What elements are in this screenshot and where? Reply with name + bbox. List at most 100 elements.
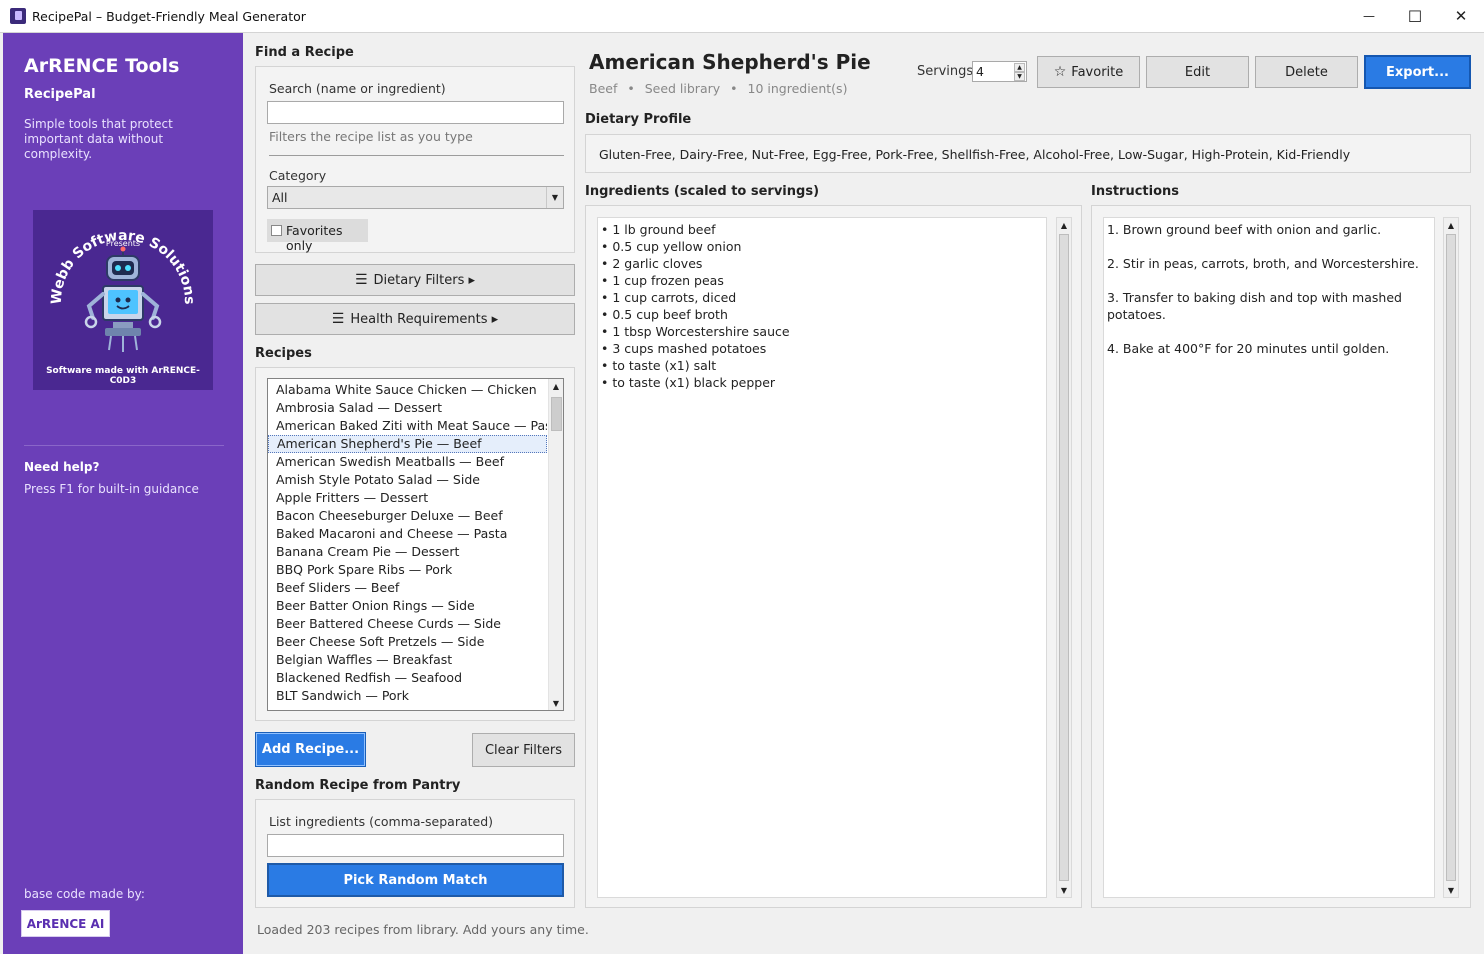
recipe-list-item[interactable]: BLT Sandwich — Pork	[268, 687, 547, 705]
recipe-list-item[interactable]: American Baked Ziti with Meat Sauce — Pa…	[268, 417, 547, 435]
instructions-text[interactable]: 1. Brown ground beef with onion and garl…	[1103, 217, 1435, 898]
instruction-line: 3. Transfer to baking dish and top with …	[1107, 290, 1402, 305]
ingredient-line: • 0.5 cup yellow onion	[601, 239, 742, 254]
scroll-down-icon[interactable]: ▼	[549, 696, 563, 710]
recipe-list[interactable]: Alabama White Sauce Chicken — Chicken Amb…	[267, 378, 564, 711]
pantry-input[interactable]	[267, 834, 564, 857]
arrence-ai-button[interactable]: ArRENCE AI	[21, 910, 110, 937]
checkbox-icon	[271, 225, 282, 236]
recipes-title: Recipes	[255, 346, 312, 361]
export-button[interactable]: Export...	[1364, 55, 1471, 89]
add-recipe-button[interactable]: Add Recipe...	[255, 732, 366, 767]
scroll-thumb[interactable]	[551, 397, 562, 431]
servings-spinbox[interactable]: 4 ▲ ▼	[972, 61, 1027, 82]
random-recipe-group: List ingredients (comma-separated) Pick …	[255, 799, 575, 908]
app-icon	[10, 8, 26, 24]
sidebar: ArRENCE Tools RecipePal Simple tools tha…	[3, 33, 243, 954]
recipe-list-item[interactable]: Beef Sliders — Beef	[268, 579, 547, 597]
base-code-label: base code made by:	[24, 887, 145, 901]
window-title: RecipePal – Budget-Friendly Meal Generat…	[32, 9, 306, 24]
health-requirements-button[interactable]: ☰ Health Requirements ▸	[255, 303, 575, 335]
scroll-down-icon[interactable]: ▼	[1444, 883, 1458, 897]
minimize-icon: —	[1363, 9, 1375, 23]
sidebar-divider	[24, 445, 224, 446]
recipe-list-item[interactable]: Apple Fritters — Dessert	[268, 489, 547, 507]
ingredient-line: • 1 lb ground beef	[601, 222, 716, 237]
recipe-list-item[interactable]: Baked Macaroni and Cheese — Pasta	[268, 525, 547, 543]
help-title: Need help?	[24, 460, 100, 474]
ingredient-line: • 3 cups mashed potatoes	[601, 341, 767, 356]
star-icon: ☆	[1053, 64, 1067, 80]
favorites-only-label: Favorites only	[286, 223, 343, 253]
recipe-list-item[interactable]: Belgian Waffles — Breakfast	[268, 651, 547, 669]
ingredient-line: • to taste (x1) black pepper	[601, 375, 776, 390]
scroll-up-icon[interactable]: ▲	[1057, 218, 1071, 232]
servings-label: Servings	[917, 64, 974, 79]
dietary-profile-title: Dietary Profile	[585, 112, 692, 127]
spin-up-icon[interactable]: ▲	[1014, 63, 1025, 72]
minimize-button[interactable]: —	[1346, 0, 1392, 32]
find-divider	[269, 155, 564, 156]
instructions-scrollbar[interactable]: ▲ ▼	[1443, 217, 1459, 898]
scroll-up-icon[interactable]: ▲	[1444, 218, 1458, 232]
maximize-icon: ☐	[1407, 6, 1423, 26]
recipe-list-item[interactable]: Alabama White Sauce Chicken — Chicken	[268, 381, 547, 399]
category-select[interactable]: All ▼	[267, 186, 564, 209]
search-hint: Filters the recipe list as you type	[269, 129, 473, 144]
spin-down-icon[interactable]: ▼	[1014, 72, 1025, 81]
recipe-list-item[interactable]: Beer Cheese Soft Pretzels — Side	[268, 633, 547, 651]
recipe-list-item[interactable]: Bacon Cheeseburger Deluxe — Beef	[268, 507, 547, 525]
ingredient-line: • 2 garlic cloves	[601, 256, 703, 271]
search-input[interactable]	[267, 101, 564, 124]
edit-button[interactable]: Edit	[1146, 56, 1249, 88]
close-icon: ✕	[1454, 7, 1468, 25]
ingredient-line: • to taste (x1) salt	[601, 358, 717, 373]
health-requirements-label: Health Requirements ▸	[350, 311, 499, 327]
recipe-list-item[interactable]: Blackened Redfish — Seafood	[268, 669, 547, 687]
scroll-thumb[interactable]	[1446, 234, 1456, 881]
close-button[interactable]: ✕	[1438, 0, 1484, 32]
recipe-title: American Shepherd's Pie	[589, 50, 871, 74]
random-recipe-title: Random Recipe from Pantry	[255, 778, 461, 793]
find-recipe-group: Search (name or ingredient) Filters the …	[255, 66, 575, 253]
dietary-filters-button[interactable]: ☰ Dietary Filters ▸	[255, 264, 575, 296]
instruction-line: 1. Brown ground beef with onion and garl…	[1107, 222, 1382, 237]
scroll-down-icon[interactable]: ▼	[1057, 883, 1071, 897]
status-text: Loaded 203 recipes from library. Add you…	[257, 922, 589, 937]
favorites-only-checkbox[interactable]: Favorites only	[267, 219, 368, 253]
dietary-profile-text: Gluten-Free, Dairy-Free, Nut-Free, Egg-F…	[599, 147, 1351, 162]
delete-button[interactable]: Delete	[1255, 56, 1358, 88]
pantry-label: List ingredients (comma-separated)	[269, 814, 494, 829]
recipe-list-item[interactable]: Banana Cream Pie — Dessert	[268, 543, 547, 561]
recipe-list-item[interactable]: American Swedish Meatballs — Beef	[268, 453, 547, 471]
recipe-meta: Beef • Seed library • 10 ingredient(s)	[589, 81, 847, 96]
scroll-thumb[interactable]	[1059, 234, 1069, 881]
recipe-list-item[interactable]: BBQ Pork Spare Ribs — Pork	[268, 561, 547, 579]
ingredient-line: • 1 cup frozen peas	[601, 273, 724, 288]
meta-ingredient-count: 10 ingredient(s)	[747, 81, 848, 96]
meta-category: Beef	[589, 81, 618, 96]
ingredients-text[interactable]: • 1 lb ground beef • 0.5 cup yellow onion…	[597, 217, 1047, 898]
ingredients-scrollbar[interactable]: ▲ ▼	[1056, 217, 1072, 898]
pick-random-button[interactable]: Pick Random Match	[267, 863, 564, 897]
instruction-line: 4. Bake at 400°F for 20 minutes until go…	[1107, 341, 1390, 356]
recipe-list-item[interactable]: American Shepherd's Pie — Beef	[268, 435, 547, 453]
favorite-button[interactable]: ☆ Favorite	[1037, 56, 1140, 88]
recipe-list-item[interactable]: Amish Style Potato Salad — Side	[268, 471, 547, 489]
find-recipe-title: Find a Recipe	[255, 45, 354, 60]
ingredient-line: • 1 tbsp Worcestershire sauce	[601, 324, 790, 339]
instruction-line: potatoes.	[1107, 307, 1166, 322]
recipe-list-item[interactable]: Beer Battered Cheese Curds — Side	[268, 615, 547, 633]
clear-filters-button[interactable]: Clear Filters	[472, 733, 575, 767]
ingredients-list: • 1 lb ground beef • 0.5 cup yellow onion…	[601, 221, 1041, 891]
ingredient-line: • 1 cup carrots, diced	[601, 290, 737, 305]
recipe-list-scrollbar[interactable]: ▲ ▼	[548, 379, 563, 710]
instructions-group: 1. Brown ground beef with onion and garl…	[1091, 205, 1471, 908]
scroll-up-icon[interactable]: ▲	[549, 379, 563, 393]
recipe-list-item[interactable]: Ambrosia Salad — Dessert	[268, 399, 547, 417]
recipe-list-item[interactable]: Beer Batter Onion Rings — Side	[268, 597, 547, 615]
maximize-button[interactable]: ☐	[1392, 0, 1438, 32]
servings-value: 4	[976, 64, 984, 79]
app-name: RecipePal	[24, 87, 96, 102]
hamburger-icon: ☰	[354, 272, 368, 288]
